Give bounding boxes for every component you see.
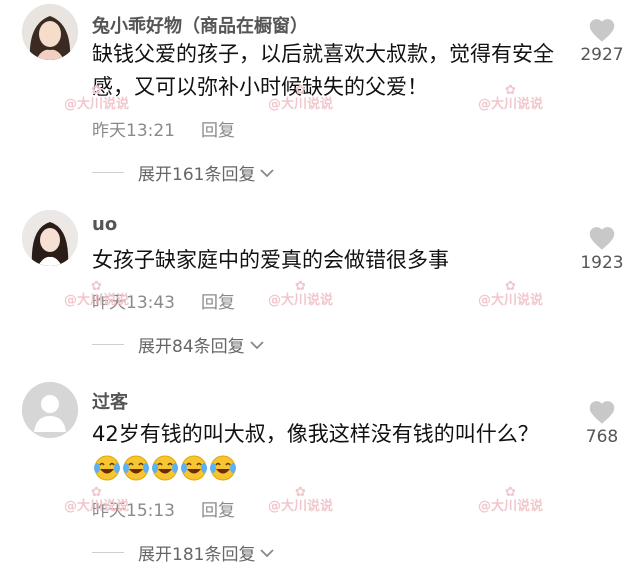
expand-replies[interactable]: 展开181条回复 (92, 540, 275, 565)
chevron-down-icon[interactable] (259, 167, 275, 179)
divider (92, 552, 124, 553)
reply-button[interactable]: 回复 (201, 501, 235, 521)
watermark: ✿ @大川说说 (64, 485, 130, 514)
watermark: ✿ @大川说说 (478, 485, 544, 514)
like-button[interactable]: 2927 (572, 16, 632, 65)
avatar[interactable] (22, 4, 78, 60)
watermark: ✿ @大川说说 (64, 279, 130, 308)
laughing-tears-emoji (123, 455, 149, 481)
username[interactable]: 兔小乖好物（商品在橱窗） (92, 12, 308, 38)
watermark: ✿ @大川说说 (268, 485, 334, 514)
like-count: 2927 (580, 45, 624, 65)
heart-icon[interactable] (587, 16, 617, 43)
like-button[interactable]: 1923 (572, 224, 632, 273)
laughing-tears-emoji (181, 455, 207, 481)
chevron-down-icon[interactable] (249, 339, 265, 351)
watermark: ✿ @大川说说 (478, 279, 544, 308)
watermark: ✿ @大川说说 (478, 83, 544, 112)
comment-text-body: 42岁有钱的叫大叔，像我这样没有钱的叫什么？ (92, 422, 539, 446)
reply-button[interactable]: 回复 (201, 121, 235, 141)
watermark: ✿ @大川说说 (64, 83, 130, 112)
divider (92, 344, 124, 345)
avatar[interactable] (22, 210, 78, 266)
comment-meta: 昨天13:21 回复 (92, 116, 235, 141)
like-count: 1923 (580, 253, 624, 273)
laughing-tears-emoji (94, 455, 120, 481)
watermark: ✿ @大川说说 (268, 83, 334, 112)
laughing-tears-emoji (210, 455, 236, 481)
like-count: 768 (585, 427, 619, 447)
heart-icon[interactable] (587, 398, 617, 425)
comment-time: 昨天13:21 (92, 121, 175, 141)
reply-button[interactable]: 回复 (201, 293, 235, 313)
chevron-down-icon[interactable] (259, 547, 275, 559)
expand-replies[interactable]: 展开84条回复 (92, 332, 265, 357)
username[interactable]: uo (92, 214, 117, 235)
comment-text: 女孩子缺家庭中的爱真的会做错很多事 (92, 248, 449, 272)
expand-label[interactable]: 展开181条回复 (138, 540, 255, 565)
expand-label[interactable]: 展开84条回复 (138, 332, 245, 357)
laughing-tears-emoji (152, 455, 178, 481)
comment-text: 42岁有钱的叫大叔，像我这样没有钱的叫什么？ (92, 418, 562, 484)
watermark: ✿ @大川说说 (268, 279, 334, 308)
username[interactable]: 过客 (92, 388, 128, 414)
divider (92, 172, 124, 173)
expand-label[interactable]: 展开161条回复 (138, 160, 255, 185)
expand-replies[interactable]: 展开161条回复 (92, 160, 275, 185)
like-button[interactable]: 768 (572, 398, 632, 447)
avatar[interactable] (22, 382, 78, 438)
heart-icon[interactable] (587, 224, 617, 251)
emoji-row (92, 455, 237, 481)
